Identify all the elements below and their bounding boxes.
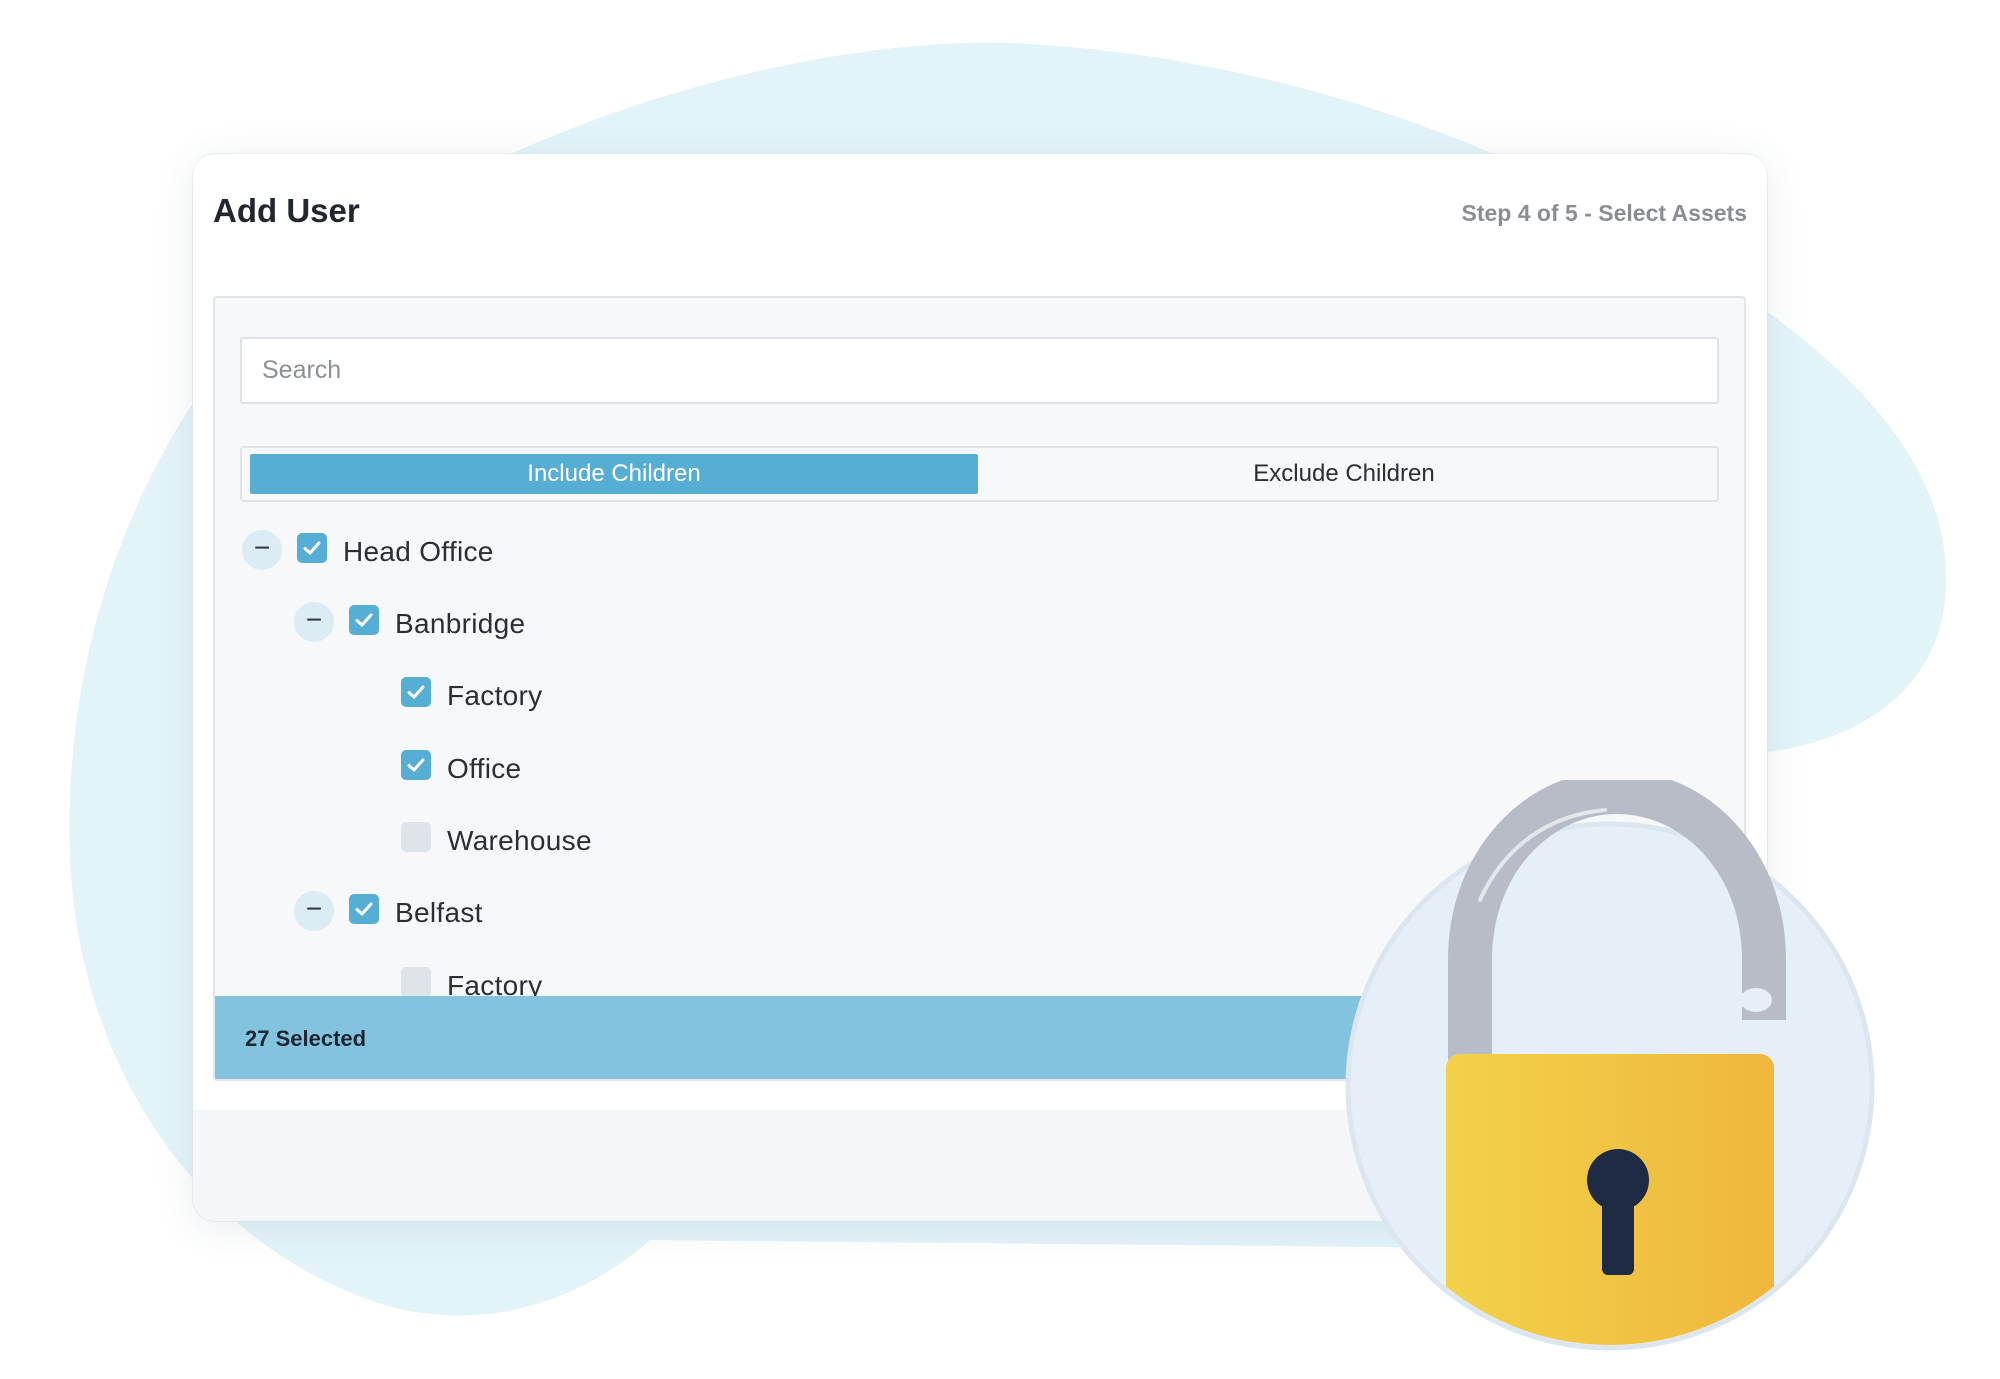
tree-item-label: Belfast [395, 897, 483, 928]
checkmark-icon [355, 902, 373, 916]
collapse-icon[interactable]: − [242, 530, 282, 570]
tree-item-checkbox[interactable] [401, 822, 431, 852]
tree-item[interactable]: − Belfast [294, 891, 1494, 935]
tree-item-label: Office [447, 753, 522, 784]
collapse-icon[interactable]: − [294, 891, 334, 931]
search-input[interactable]: Search [240, 337, 1719, 404]
tree-item[interactable]: − Head Office [242, 530, 1442, 574]
tree-item-checkbox[interactable] [349, 605, 379, 635]
tree-item-checkbox[interactable] [401, 677, 431, 707]
collapse-icon[interactable]: − [294, 602, 334, 642]
step-indicator: Step 4 of 5 - Select Assets [1461, 200, 1747, 226]
checkmark-icon [407, 758, 425, 772]
tree-item-label: Head Office [343, 536, 494, 567]
padlock-icon [1345, 780, 1875, 1351]
exclude-children-button[interactable]: Exclude Children [980, 454, 1708, 494]
tree-item-checkbox[interactable] [401, 750, 431, 780]
dialog-title: Add User [213, 192, 360, 229]
checkmark-icon [355, 613, 373, 627]
tree-item-label: Banbridge [395, 608, 526, 639]
selected-count: 27 Selected [245, 1026, 367, 1051]
tree-item[interactable]: − Banbridge [294, 602, 1494, 646]
tree-item-checkbox[interactable] [401, 967, 431, 997]
include-children-button[interactable]: Include Children [250, 454, 978, 494]
children-mode-toggle: Include Children Exclude Children [240, 446, 1719, 502]
checkmark-icon [407, 685, 425, 699]
tree-item-label: Warehouse [447, 825, 592, 856]
checkmark-icon [303, 541, 321, 555]
keyhole-slot [1602, 1190, 1634, 1275]
tree-item-label: Factory [447, 680, 543, 711]
tree-item-checkbox[interactable] [297, 533, 327, 563]
tree-item[interactable]: Factory [346, 674, 1546, 718]
tree-item-checkbox[interactable] [349, 894, 379, 924]
